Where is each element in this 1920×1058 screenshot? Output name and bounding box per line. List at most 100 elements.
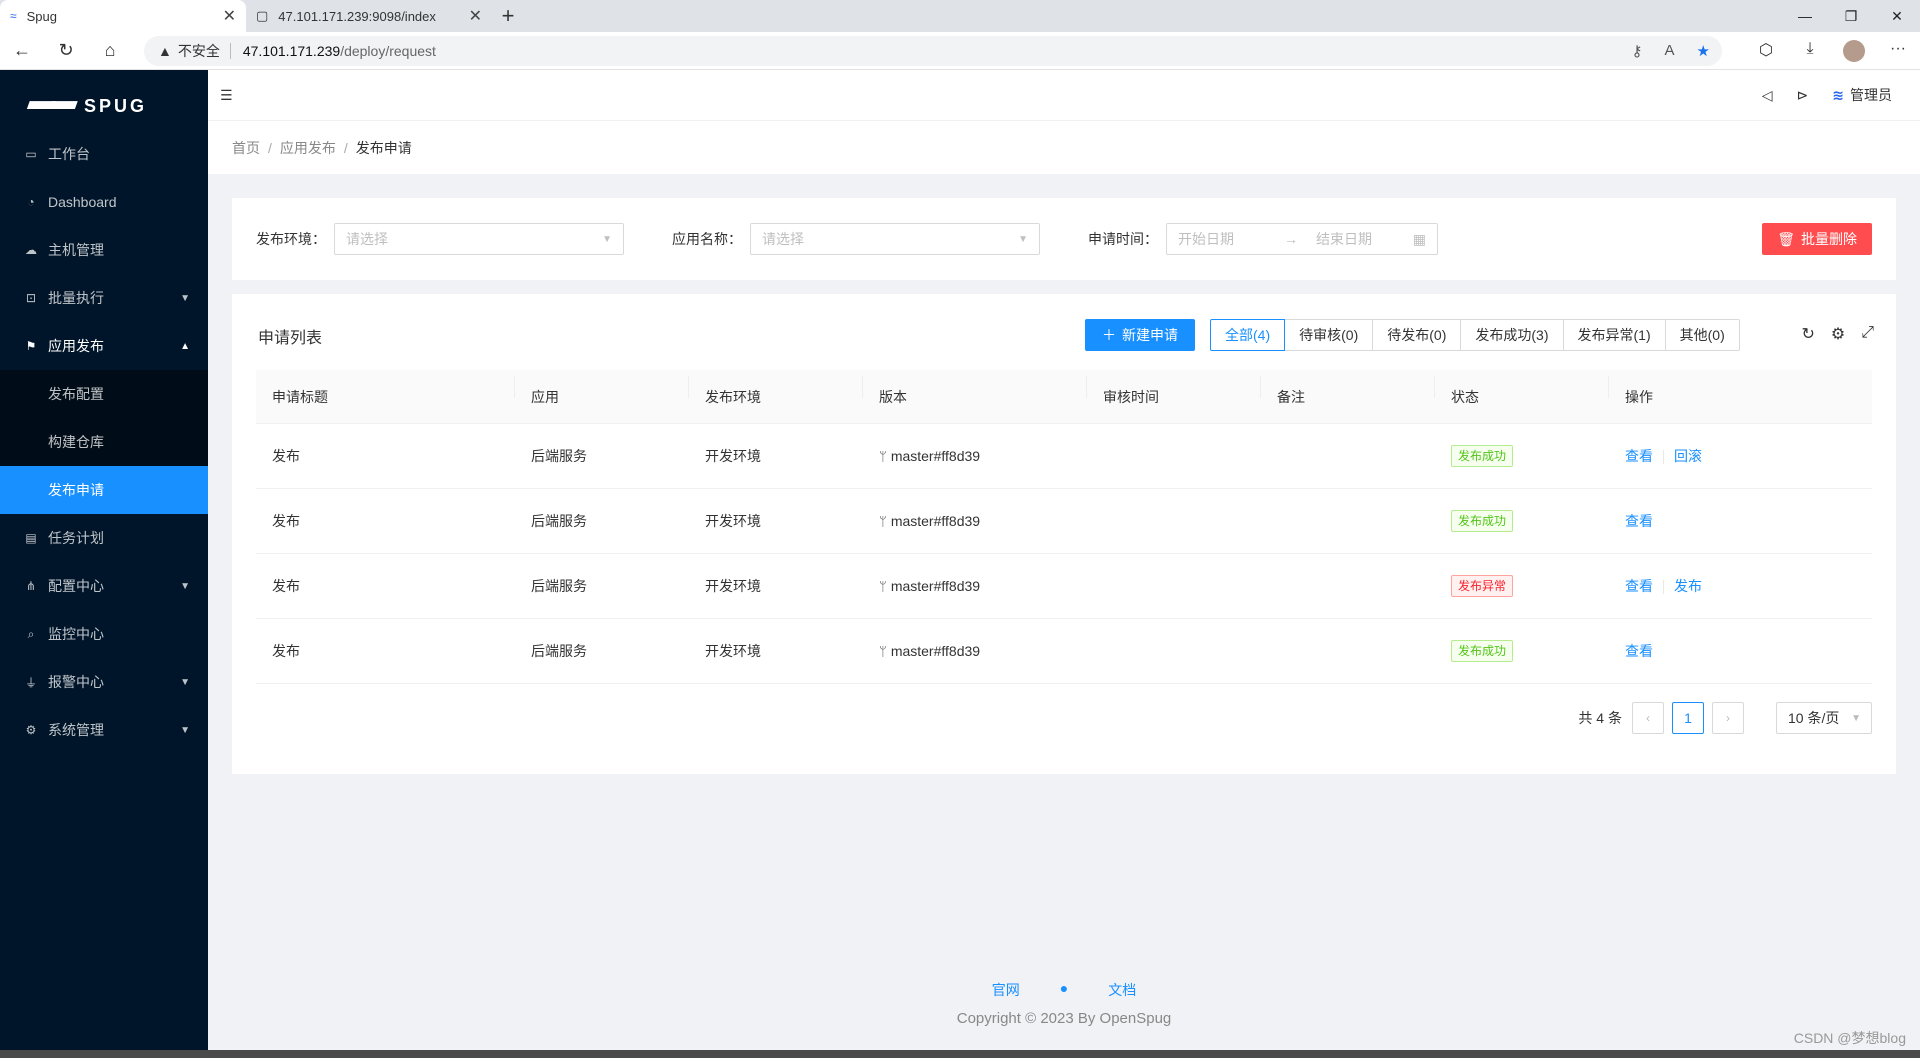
table-row: 发布 后端服务 开发环境 ᛘ master#ff8d39 发布成功 查看 <box>256 619 1872 684</box>
sidebar-item-schedule[interactable]: ▤ 任务计划 <box>0 514 208 562</box>
sidebar-item-monitor[interactable]: ⌕ 监控中心 <box>0 610 208 658</box>
cloud-icon: ☁ <box>25 243 37 257</box>
setting-icon: ⚙ <box>25 723 37 737</box>
settings-icon[interactable]: ⚙ <box>1831 324 1845 344</box>
download-icon[interactable]: ⤓ <box>1788 40 1832 62</box>
rollback-link[interactable]: 回滚 <box>1674 448 1702 464</box>
restore-icon[interactable]: ❐ <box>1828 0 1874 32</box>
fullscreen-icon[interactable]: ⤢ <box>1861 324 1874 344</box>
delete-icon: 🗑 <box>1777 230 1795 247</box>
new-tab-button[interactable]: + <box>492 0 524 32</box>
filter-card: 发布环境： 请选择 ▼ 应用名称： 请选择 ▼ 申请时间： 开始日期 → 结束日… <box>232 198 1896 280</box>
view-link[interactable]: 查看 <box>1625 448 1653 464</box>
address-bar[interactable]: ▲ 不安全 47.101.171.239/deploy/request ⚷ A … <box>144 35 1722 66</box>
cell-version: ᛘ master#ff8d39 <box>863 643 1087 659</box>
view-link[interactable]: 查看 <box>1625 643 1653 659</box>
sidebar-item-label: 配置中心 <box>48 578 104 594</box>
read-aloud-icon[interactable]: A <box>1665 42 1675 60</box>
close-window-icon[interactable]: ✕ <box>1874 0 1920 32</box>
github-icon[interactable]: ● <box>1060 980 1068 1000</box>
breadcrumb-home[interactable]: 首页 <box>232 138 260 158</box>
page-number[interactable]: 1 <box>1672 702 1704 734</box>
insecure-label: 不安全 <box>177 42 220 59</box>
user-avatar-icon: ≋ <box>1832 86 1844 103</box>
close-tab-icon[interactable]: ✕ <box>223 6 236 26</box>
os-taskbar <box>0 1050 1920 1058</box>
page-size-select[interactable]: 10 条/页 ▼ <box>1776 702 1872 734</box>
user-menu[interactable]: ≋ 管理员 <box>1832 85 1892 105</box>
url-host: 47.101.171.239 <box>242 42 341 59</box>
browser-tab-spug[interactable]: ≈ Spug ✕ <box>0 0 246 32</box>
sidebar-item-deploy-request[interactable]: 发布申请 <box>0 466 208 514</box>
view-link[interactable]: 查看 <box>1625 513 1653 529</box>
cell-status: 发布成功 <box>1435 640 1609 662</box>
notification-icon[interactable]: ◁ <box>1762 87 1773 104</box>
profile-avatar[interactable] <box>1832 39 1876 62</box>
deploy-link[interactable]: 发布 <box>1674 578 1702 594</box>
table-tools: ↻ ⚙ ⤢ <box>1801 324 1874 344</box>
back-icon[interactable]: ← <box>0 32 44 70</box>
terminal-icon[interactable]: ⊳ <box>1797 87 1809 104</box>
batch-delete-label: 批量删除 <box>1801 231 1857 247</box>
sidebar-item-deploy[interactable]: ⚑ 应用发布 ▲ <box>0 322 208 370</box>
tab-success[interactable]: 发布成功(3) <box>1460 319 1564 351</box>
status-badge: 发布成功 <box>1451 640 1514 662</box>
close-tab-icon[interactable]: ✕ <box>469 6 482 26</box>
start-date-input[interactable]: 开始日期 <box>1178 229 1234 249</box>
prev-page-icon[interactable]: ‹ <box>1632 702 1664 734</box>
end-date-input[interactable]: 结束日期 <box>1316 229 1372 249</box>
divider <box>229 42 231 59</box>
next-page-icon[interactable]: › <box>1712 702 1744 734</box>
sidebar-item-build-repo[interactable]: 构建仓库 <box>0 418 208 466</box>
sidebar: ▬▬ SPUG ▭ 工作台 ◔ Dashboard ☁ 主机管理 ⊡ 批量执行 … <box>0 70 208 1058</box>
home-icon[interactable]: ⌂ <box>88 32 132 70</box>
tab-pending-deploy[interactable]: 待发布(0) <box>1372 319 1462 351</box>
tab-error[interactable]: 发布异常(1) <box>1562 319 1666 351</box>
browser-tab-index[interactable]: ▢ 47.101.171.239:9098/index ✕ <box>246 0 492 32</box>
new-request-button[interactable]: ＋ 新建申请 <box>1085 319 1195 351</box>
sidebar-item-alarm[interactable]: ⏚ 报警中心 ▼ <box>0 658 208 706</box>
reload-icon[interactable]: ↻ <box>44 32 88 70</box>
column-header: 状态 <box>1435 375 1609 407</box>
sidebar-item-dashboard[interactable]: ◔ Dashboard <box>0 178 208 226</box>
extensions-icon[interactable]: ⬡ <box>1744 40 1788 62</box>
sidebar-item-system[interactable]: ⚙ 系统管理 ▼ <box>0 706 208 754</box>
watermark: CSDN @梦想blog <box>1793 1030 1906 1046</box>
apartment-icon: ⋔ <box>25 579 37 593</box>
key-icon[interactable]: ⚷ <box>1632 42 1643 60</box>
refresh-icon[interactable]: ↻ <box>1801 324 1814 344</box>
sidebar-item-label: 任务计划 <box>48 530 104 546</box>
sidebar-item-hosts[interactable]: ☁ 主机管理 <box>0 226 208 274</box>
app-select[interactable]: 请选择 ▼ <box>750 223 1040 255</box>
cell-title: 发布 <box>272 448 300 464</box>
sidebar-item-label: 发布申请 <box>48 482 104 498</box>
request-list-card: 申请列表 ＋ 新建申请 全部(4) 待审核(0) 待发布(0) 发布成功(3) … <box>232 294 1896 774</box>
footer-link-docs[interactable]: 文档 <box>1108 980 1136 1000</box>
date-range-picker[interactable]: 开始日期 → 结束日期 ▦ <box>1166 223 1438 255</box>
tab-other[interactable]: 其他(0) <box>1664 319 1740 351</box>
minimize-icon[interactable]: — <box>1782 0 1828 32</box>
chevron-down-icon: ▼ <box>1018 233 1028 245</box>
favorite-star-icon[interactable]: ★ <box>1697 42 1710 60</box>
sidebar-item-config[interactable]: ⋔ 配置中心 ▼ <box>0 562 208 610</box>
spug-logo[interactable]: ▬▬ SPUG <box>0 70 208 130</box>
footer-link-website[interactable]: 官网 <box>992 980 1020 1000</box>
column-header: 版本 <box>863 375 1087 407</box>
tab-pending-review[interactable]: 待审核(0) <box>1284 319 1374 351</box>
env-label: 发布环境： <box>256 231 326 247</box>
env-placeholder: 请选择 <box>346 231 388 247</box>
more-menu-icon[interactable]: ··· <box>1876 40 1920 62</box>
table-row: 发布 后端服务 开发环境 ᛘ master#ff8d39 发布异常 查看 发布 <box>256 554 1872 619</box>
user-name: 管理员 <box>1850 87 1892 103</box>
batch-delete-button[interactable]: 🗑 批量删除 <box>1762 223 1872 255</box>
sidebar-item-deploy-config[interactable]: 发布配置 <box>0 370 208 418</box>
sidebar-item-workbench[interactable]: ▭ 工作台 <box>0 130 208 178</box>
sidebar-item-batch-exec[interactable]: ⊡ 批量执行 ▼ <box>0 274 208 322</box>
breadcrumb-deploy[interactable]: 应用发布 <box>280 138 336 158</box>
tab-all[interactable]: 全部(4) <box>1210 319 1286 351</box>
branch-icon: ᛘ <box>879 644 887 659</box>
view-link[interactable]: 查看 <box>1625 578 1653 594</box>
env-select[interactable]: 请选择 ▼ <box>334 223 624 255</box>
menu-fold-icon[interactable]: ☰ <box>220 87 233 104</box>
pagination-total: 共 4 条 <box>1578 710 1622 726</box>
